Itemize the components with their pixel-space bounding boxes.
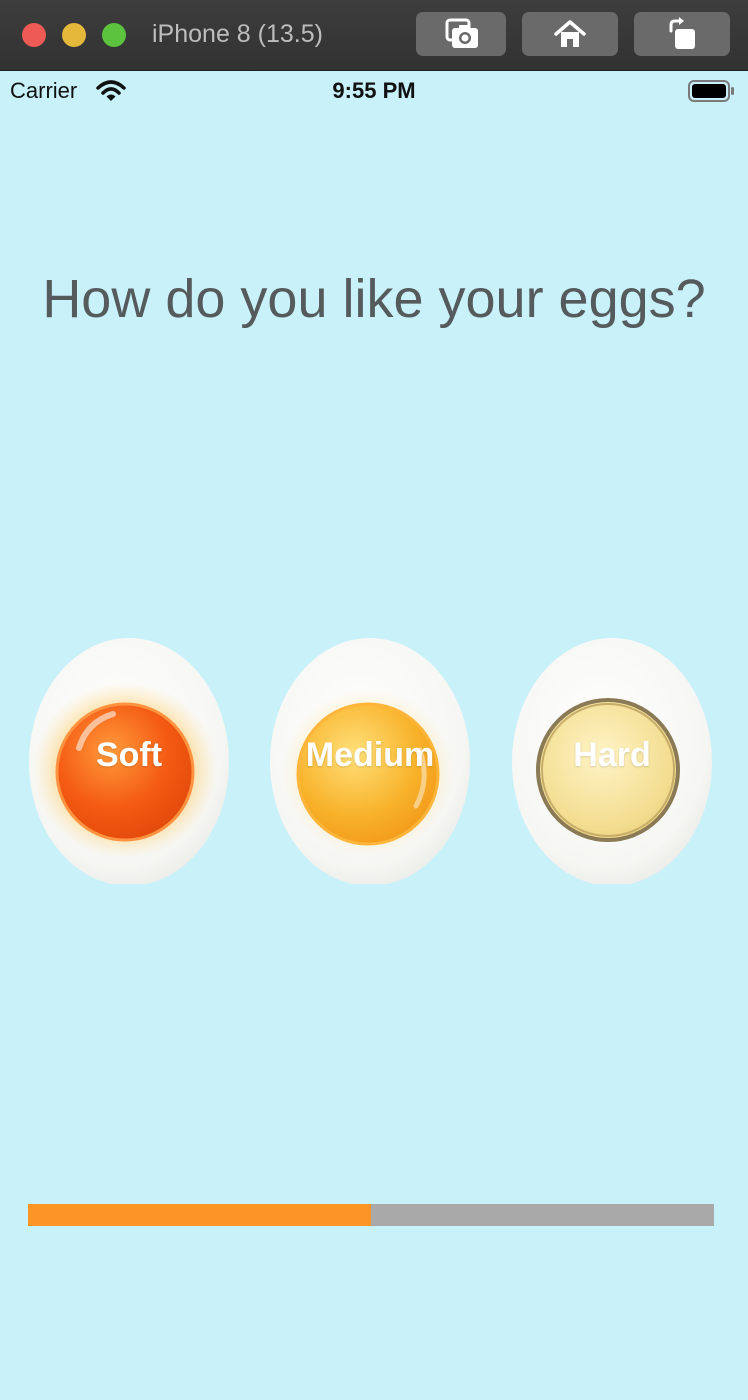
soft-egg-button[interactable]: Soft: [29, 630, 229, 884]
battery-icon: [688, 80, 734, 102]
hard-label: Hard: [573, 736, 651, 774]
screenshot-button[interactable]: [416, 12, 506, 56]
screenshot-icon: [445, 18, 478, 48]
close-window-button[interactable]: [22, 23, 46, 47]
device-title: iPhone 8 (13.5): [152, 20, 323, 48]
home-button[interactable]: [522, 12, 618, 56]
cooking-progress-bar: [28, 1204, 714, 1226]
soft-label: Soft: [95, 736, 163, 774]
simulator-window: iPhone 8 (13.5) Carrier 9:55 PM How do y…: [0, 0, 748, 1400]
rotate-icon: [669, 17, 695, 49]
page-title: How do you like your eggs?: [42, 269, 706, 329]
medium-egg-button[interactable]: Medium: [270, 630, 470, 884]
hard-egg-button[interactable]: Hard: [512, 630, 712, 884]
status-bar: Carrier 9:55 PM: [0, 70, 748, 112]
minimize-window-button[interactable]: [62, 23, 86, 47]
rotate-button[interactable]: [634, 12, 730, 56]
home-icon: [554, 20, 586, 47]
progress-fill: [28, 1204, 371, 1226]
zoom-window-button[interactable]: [102, 23, 126, 47]
medium-label: Medium: [305, 736, 435, 774]
simulator-title-bar: iPhone 8 (13.5): [0, 0, 748, 71]
status-time: 9:55 PM: [332, 78, 416, 103]
egg-options: Soft Medium Hard: [0, 630, 748, 884]
